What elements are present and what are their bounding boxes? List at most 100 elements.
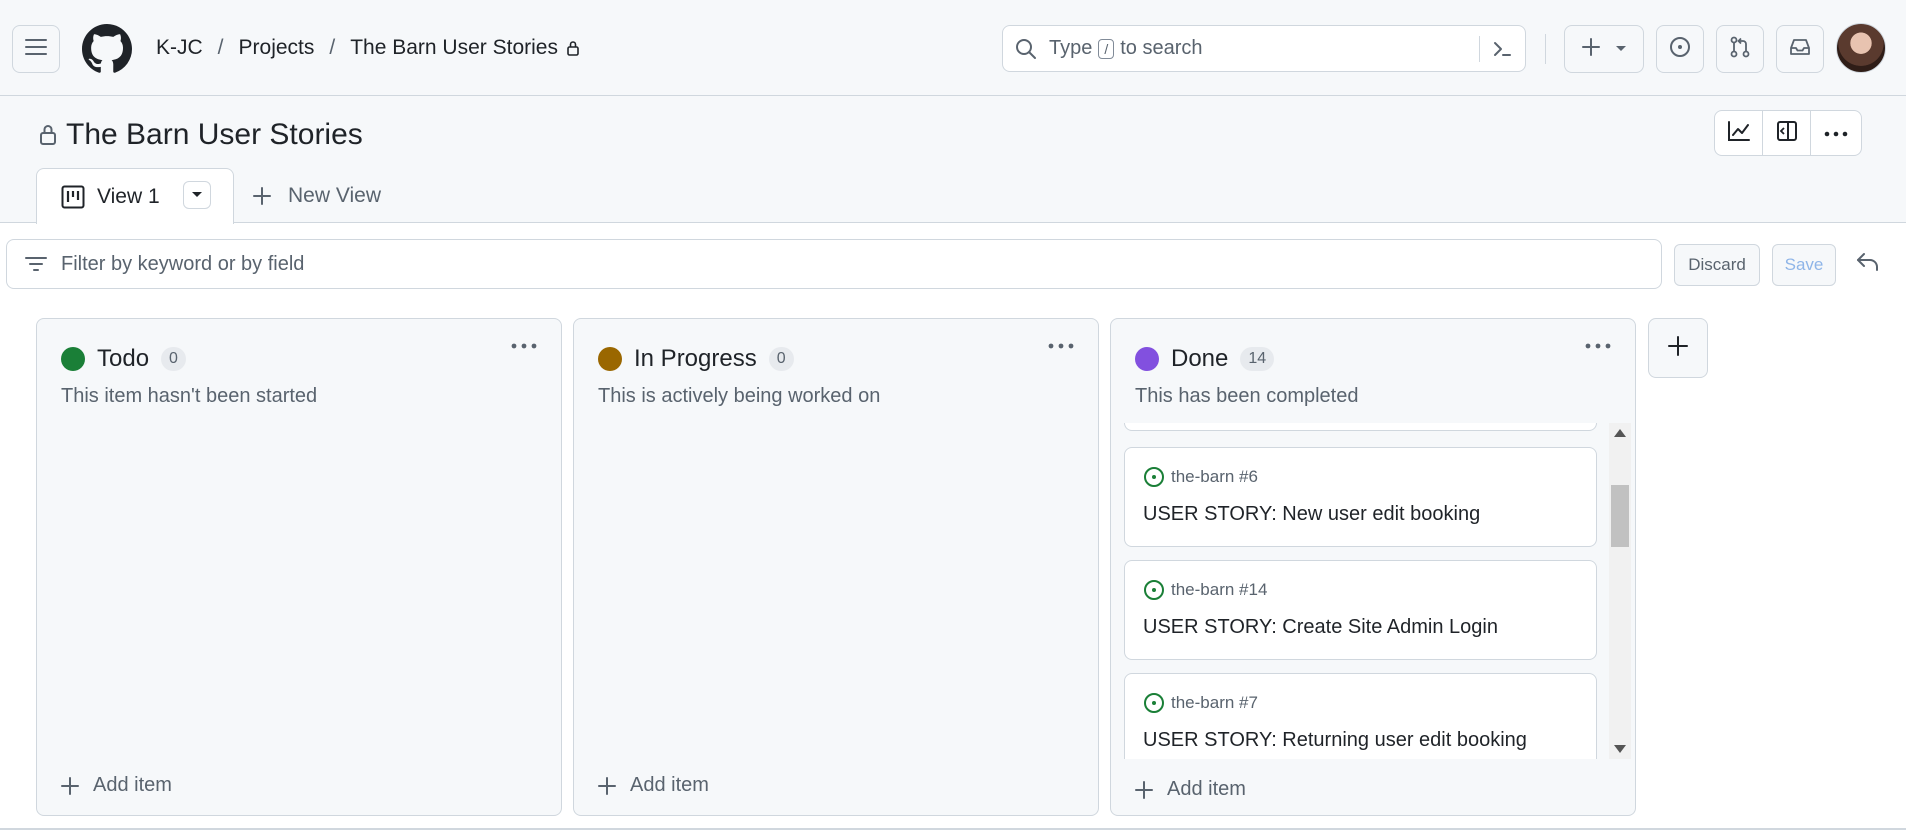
column-count-badge: 0 [768,347,794,371]
global-header: K-JC / Projects / The Barn User Stories … [0,0,1906,96]
column-description: This has been completed [1135,385,1359,407]
breadcrumb-projects[interactable]: Projects [239,36,315,60]
plus-icon [598,776,616,795]
card[interactable]: the-barn #7 USER STORY: Returning user e… [1124,673,1597,759]
column-title: In Progress [634,345,757,372]
column-menu-button[interactable] [511,343,537,349]
card[interactable]: the-barn #6 USER STORY: New user edit bo… [1124,447,1597,547]
project-board-icon [61,185,85,209]
card-title[interactable]: USER STORY: Create Site Admin Login [1143,616,1498,639]
search-placeholder: Type / to search [1049,37,1203,60]
undo-icon[interactable] [1856,252,1880,272]
terminal-icon[interactable] [1491,38,1513,60]
insights-button[interactable] [1715,111,1763,155]
search-divider [1479,36,1480,62]
tab-view-1-label: View 1 [97,184,160,208]
column-count-badge: 14 [1240,347,1275,371]
card-meta: the-barn #14 [1143,579,1267,601]
board-column-done: Done 14 This has been completed the-barn… [1110,318,1636,816]
card-partial[interactable] [1124,423,1597,431]
search-shortcut-key: / [1098,38,1115,59]
breadcrumb-separator: / [329,36,336,59]
lock-icon [566,40,580,56]
search-input[interactable]: Type / to search [1002,25,1526,72]
new-view-button[interactable]: New View [252,184,381,208]
pull-requests-button[interactable] [1716,25,1764,73]
add-item-button[interactable]: Add item [1135,778,1246,801]
status-dot [598,347,622,371]
add-item-label: Add item [1167,778,1246,800]
git-pull-request-icon [1729,36,1751,63]
card-title[interactable]: USER STORY: New user edit booking [1143,503,1480,526]
status-dot [1135,347,1159,371]
menu-button[interactable] [12,25,60,73]
graph-icon [1727,120,1751,147]
breadcrumb-project[interactable]: The Barn User Stories [350,36,558,60]
kebab-horizontal-icon [511,343,537,349]
search-suffix: to search [1120,37,1203,59]
status-dot [61,347,85,371]
plus-icon [61,776,79,795]
card[interactable]: the-barn #14 USER STORY: Create Site Adm… [1124,560,1597,660]
scrollbar[interactable] [1609,423,1631,759]
card-ref: the-barn #6 [1171,467,1258,486]
save-button[interactable]: Save [1772,244,1836,286]
search-prefix: Type [1049,37,1093,59]
chevron-down-icon [1615,45,1627,53]
board-column-todo: Todo 0 This item hasn't been started Add… [36,318,562,816]
plus-icon [1581,37,1601,62]
more-options-button[interactable] [1811,111,1861,155]
github-logo-icon[interactable] [82,24,132,74]
card-ref: the-barn #7 [1171,693,1258,712]
column-header: In Progress 0 [598,345,794,373]
add-item-button[interactable]: Add item [61,774,172,797]
create-new-button[interactable] [1564,25,1644,73]
triangle-down-icon [192,192,202,197]
issue-opened-icon [1143,692,1165,714]
hamburger-icon [25,38,47,61]
lock-icon [38,123,58,147]
plus-icon [1667,335,1689,362]
project-toolbar [1714,110,1862,156]
tab-view-1[interactable]: View 1 [36,168,234,224]
issue-opened-icon [1143,466,1165,488]
add-item-button[interactable]: Add item [598,774,709,797]
column-description: This item hasn't been started [61,385,318,407]
column-count-badge: 0 [161,347,186,371]
card-meta: the-barn #6 [1143,466,1258,488]
discard-button[interactable]: Discard [1674,244,1760,286]
column-description: This is actively being worked on [598,385,881,407]
side-panel-button[interactable] [1763,111,1811,155]
card-list: the-barn #6 USER STORY: New user edit bo… [1124,423,1597,759]
inbox-button[interactable] [1776,25,1824,73]
column-header: Todo 0 [61,345,186,373]
issue-opened-icon [1669,36,1691,63]
search-icon [1015,38,1037,60]
plus-icon [1135,780,1153,799]
kebab-horizontal-icon [1048,343,1074,349]
add-item-label: Add item [630,774,709,796]
column-header: Done 14 [1135,345,1275,373]
board-column-in-progress: In Progress 0 This is actively being wor… [573,318,1099,816]
column-menu-button[interactable] [1585,343,1611,349]
avatar[interactable] [1836,23,1886,73]
filter-bar [6,239,1662,289]
add-item-label: Add item [93,774,172,796]
project-title: The Barn User Stories [66,118,363,151]
scroll-up-arrow-icon[interactable] [1614,429,1626,437]
breadcrumb-owner[interactable]: K-JC [156,36,203,60]
add-column-button[interactable] [1648,318,1708,378]
scroll-down-arrow-icon[interactable] [1614,745,1626,753]
scrollbar-thumb[interactable] [1611,485,1629,547]
inbox-icon [1789,37,1811,62]
filter-input[interactable] [61,252,1561,276]
column-menu-button[interactable] [1048,343,1074,349]
kebab-horizontal-icon [1585,343,1611,349]
card-title[interactable]: USER STORY: Returning user edit booking [1143,729,1527,752]
project-header: The Barn User Stories View 1 New View [0,96,1906,224]
new-view-label: New View [288,184,381,207]
issues-button[interactable] [1656,25,1704,73]
view-options-button[interactable] [183,181,211,209]
card-ref: the-barn #14 [1171,580,1268,599]
divider [0,828,1906,830]
